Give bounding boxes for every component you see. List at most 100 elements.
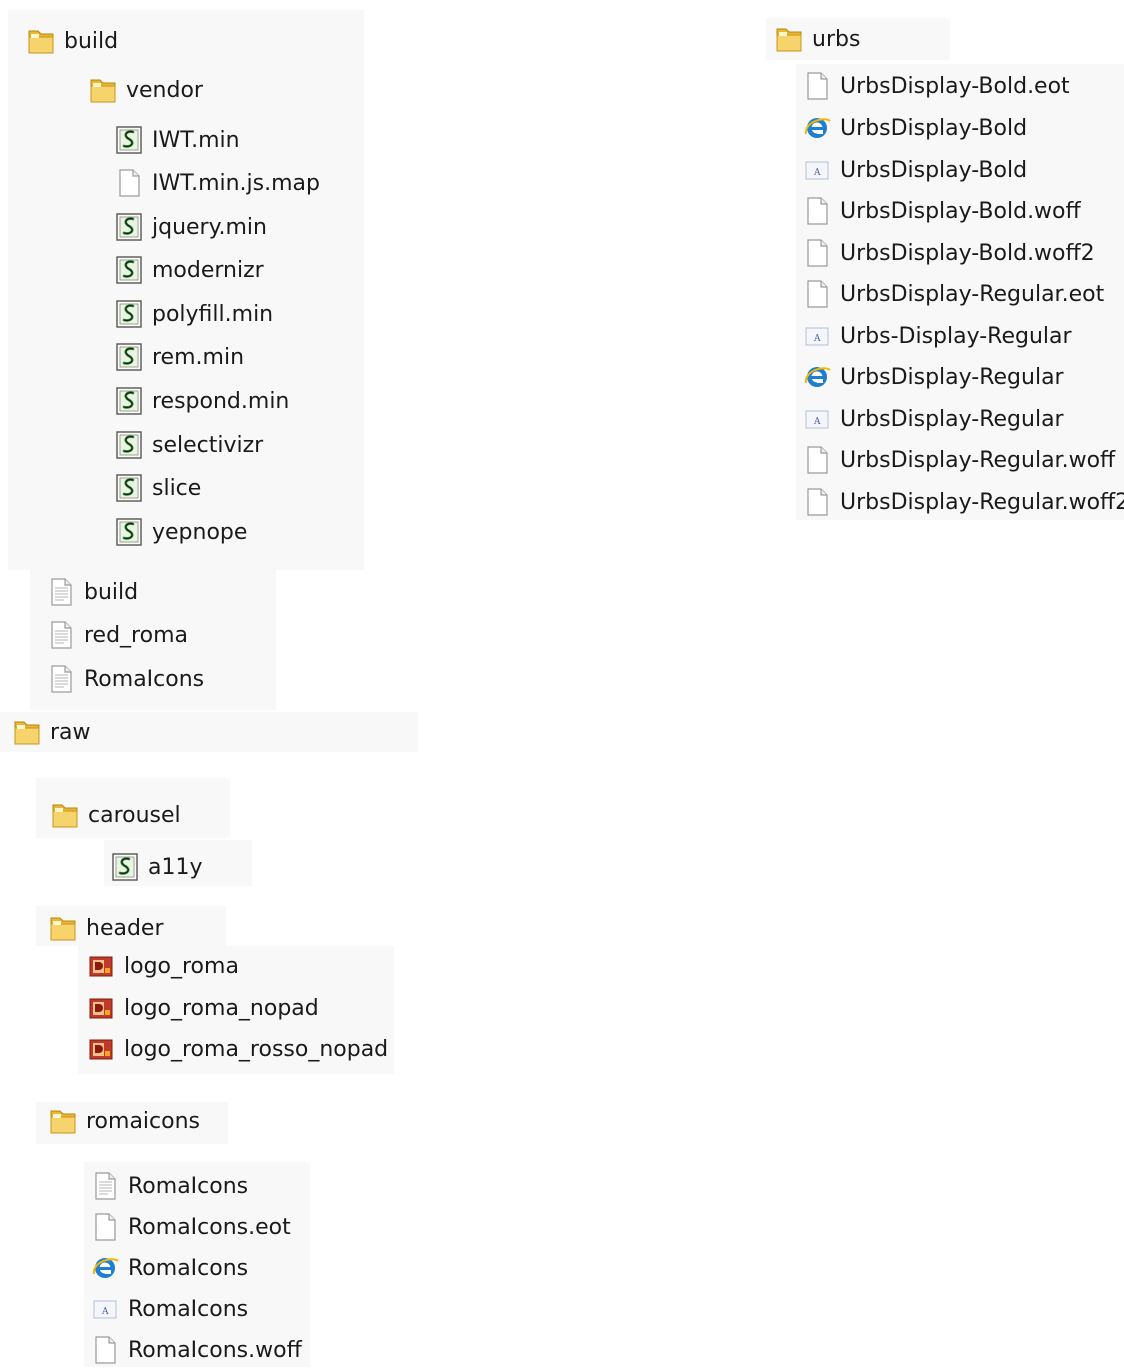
script-icon (114, 211, 144, 243)
file-label: RomaIcons.eot (128, 1214, 291, 1240)
file-label: IWT.min (152, 127, 240, 153)
folder-build[interactable]: build (26, 23, 118, 59)
file-row[interactable]: RomaIcons (90, 1250, 248, 1286)
file-row[interactable]: A RomaIcons (90, 1291, 248, 1327)
file-row[interactable]: respond.min (114, 383, 289, 419)
file-row[interactable]: logo_roma (86, 948, 239, 984)
blank-file-icon (90, 1211, 120, 1243)
script-icon (114, 429, 144, 461)
folder-romaicons[interactable]: romaicons (48, 1103, 200, 1139)
file-label: UrbsDisplay-Bold.woff (840, 198, 1081, 224)
file-row[interactable]: UrbsDisplay-Bold (802, 110, 1027, 146)
text-file-icon (46, 576, 76, 608)
script-icon (114, 298, 144, 330)
file-row[interactable]: A UrbsDisplay-Regular (802, 401, 1064, 437)
folder-carousel[interactable]: carousel (50, 797, 181, 833)
folder-vendor[interactable]: vendor (88, 72, 203, 108)
file-label: build (84, 579, 139, 605)
file-row[interactable]: build (46, 574, 138, 610)
script-icon (114, 341, 144, 373)
folder-header[interactable]: header (48, 910, 164, 946)
file-row[interactable]: rem.min (114, 339, 244, 375)
browser-file-icon (90, 1252, 120, 1284)
file-row[interactable]: RomaIcons.eot (90, 1209, 291, 1245)
file-label: logo_roma_rosso_nopad (124, 1036, 389, 1062)
folder-icon (774, 23, 804, 55)
image-file-icon (86, 992, 116, 1024)
folder-icon (88, 74, 118, 106)
file-row[interactable]: UrbsDisplay-Bold.eot (802, 68, 1070, 104)
file-label: logo_roma (124, 953, 239, 979)
file-row[interactable]: IWT.min.js.map (114, 165, 320, 201)
file-row[interactable]: IWT.min (114, 122, 240, 158)
file-row[interactable]: yepnope (114, 514, 247, 550)
file-label: UrbsDisplay-Regular.woff2 (840, 489, 1124, 515)
file-row[interactable]: A Urbs-Display-Regular (802, 318, 1072, 354)
folder-label: header (86, 915, 164, 941)
file-label: jquery.min (152, 214, 267, 240)
text-file-icon (46, 663, 76, 695)
blank-file-icon (802, 444, 832, 476)
browser-file-icon (802, 361, 832, 393)
file-label: RomaIcons (128, 1296, 249, 1322)
file-label: slice (152, 475, 202, 501)
file-row[interactable]: red_roma (46, 617, 188, 653)
file-row[interactable]: modernizr (114, 252, 264, 288)
font-file-icon: A (802, 320, 832, 352)
file-label: a11y (148, 854, 203, 880)
file-label: rem.min (152, 344, 245, 370)
file-row[interactable]: UrbsDisplay-Bold.woff (802, 193, 1081, 229)
file-label: UrbsDisplay-Bold (840, 115, 1028, 141)
folder-label: carousel (88, 802, 181, 828)
file-row[interactable]: jquery.min (114, 209, 267, 245)
script-icon (114, 516, 144, 548)
file-row[interactable]: logo_roma_rosso_nopad (86, 1031, 388, 1067)
file-label: RomaIcons (128, 1173, 249, 1199)
file-row[interactable]: UrbsDisplay-Regular.woff (802, 442, 1115, 478)
file-label: logo_roma_nopad (124, 995, 319, 1021)
folder-raw[interactable]: raw (12, 714, 91, 750)
file-row[interactable]: A UrbsDisplay-Bold (802, 152, 1027, 188)
folder-icon (50, 799, 80, 831)
file-row[interactable]: UrbsDisplay-Regular (802, 359, 1064, 395)
file-label: red_roma (84, 622, 188, 648)
script-icon (114, 472, 144, 504)
file-row[interactable]: slice (114, 470, 201, 506)
svg-text:A: A (813, 417, 821, 427)
browser-file-icon (802, 112, 832, 144)
folder-label: urbs (812, 26, 861, 52)
font-file-icon: A (802, 154, 832, 186)
file-row[interactable]: polyfill.min (114, 296, 273, 332)
file-row[interactable]: logo_roma_nopad (86, 990, 319, 1026)
folder-label: raw (50, 719, 91, 745)
blank-file-icon (802, 70, 832, 102)
file-row[interactable]: a11y (110, 849, 203, 885)
file-label: RomaIcons (84, 666, 205, 692)
font-file-icon: A (90, 1293, 120, 1325)
file-row[interactable]: selectivizr (114, 427, 263, 463)
file-row[interactable]: UrbsDisplay-Regular.woff2 (802, 484, 1124, 520)
blank-file-icon (90, 1334, 120, 1366)
file-row[interactable]: UrbsDisplay-Bold.woff2 (802, 235, 1095, 271)
file-label: IWT.min.js.map (152, 170, 320, 196)
text-file-icon (46, 619, 76, 651)
file-label: UrbsDisplay-Regular (840, 406, 1064, 432)
file-row[interactable]: UrbsDisplay-Regular.eot (802, 276, 1104, 312)
script-icon (110, 851, 140, 883)
file-row[interactable]: RomaIcons (90, 1168, 248, 1204)
svg-text:A: A (813, 334, 821, 344)
file-row[interactable]: RomaIcons (46, 661, 204, 697)
file-label: RomaIcons.woff (128, 1337, 302, 1363)
folder-urbs[interactable]: urbs (774, 21, 860, 57)
script-icon (114, 385, 144, 417)
file-label: RomaIcons (128, 1255, 249, 1281)
image-file-icon (86, 950, 116, 982)
folder-icon (12, 716, 42, 748)
folder-icon (48, 912, 78, 944)
script-icon (114, 254, 144, 286)
file-row[interactable]: RomaIcons.woff (90, 1332, 302, 1368)
image-file-icon (86, 1033, 116, 1065)
svg-text:A: A (813, 168, 821, 178)
folder-icon (48, 1105, 78, 1137)
file-label: Urbs-Display-Regular (840, 323, 1072, 349)
